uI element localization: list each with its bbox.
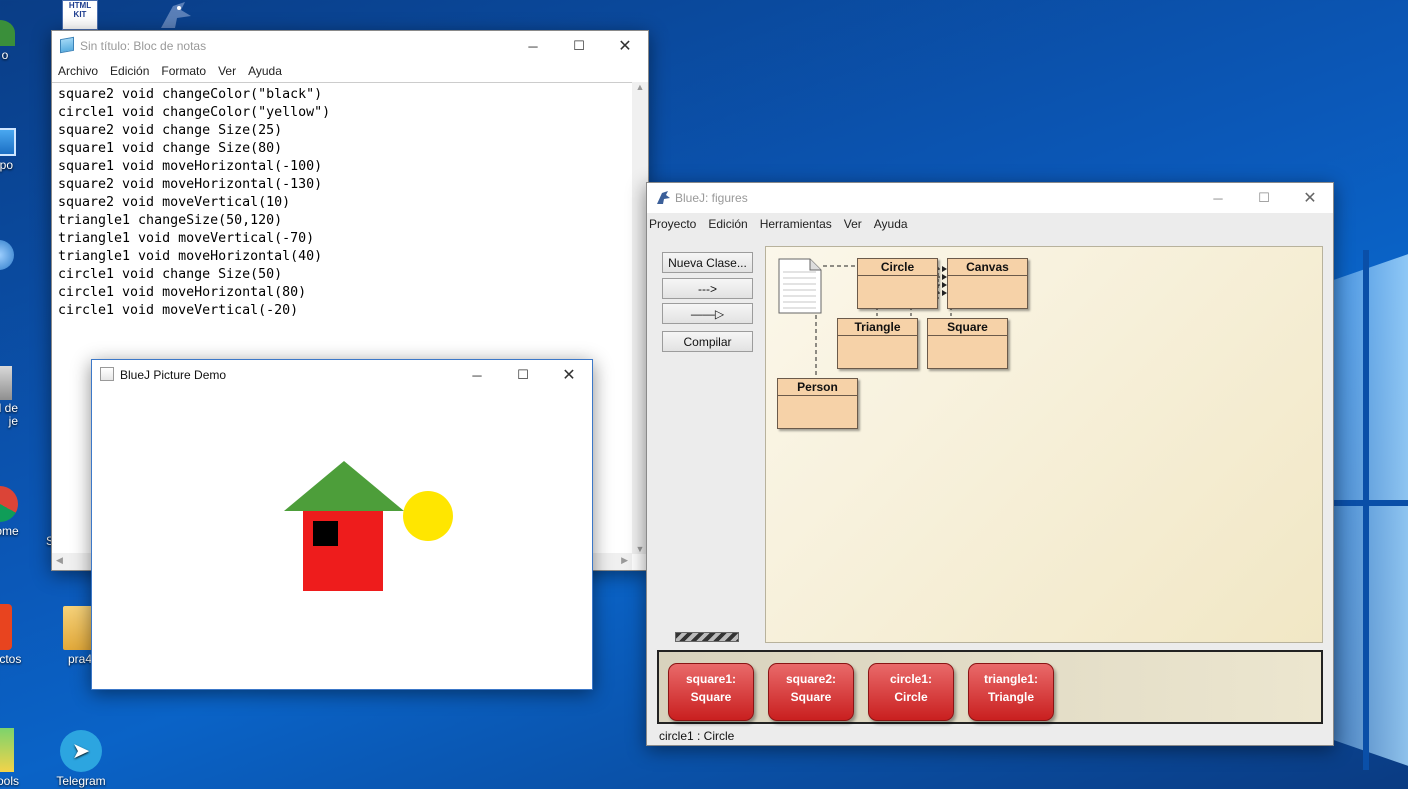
text-line: square1 void moveHorizontal(-100) — [58, 159, 323, 174]
desktop-icon-user[interactable]: o — [0, 20, 40, 62]
picture-demo-titlebar[interactable]: BlueJ Picture Demo ─ ☐ ✕ — [92, 360, 592, 390]
status-bar: circle1 : Circle — [659, 729, 735, 743]
maximize-button[interactable]: ☐ — [556, 31, 602, 61]
picture-canvas — [92, 390, 592, 689]
text-line: circle1 void moveHorizontal(80) — [58, 285, 307, 300]
text-line: circle1 void moveVertical(-20) — [58, 303, 299, 318]
object-square1[interactable]: square1: Square — [668, 663, 754, 721]
document-icon — [778, 258, 822, 314]
bluej-menubar: Proyecto Edición Herramientas Ver Ayuda — [647, 214, 1333, 234]
text-line: circle1 void change Size(50) — [58, 267, 283, 282]
sun — [403, 491, 453, 541]
machine-progress-indicator — [675, 632, 739, 642]
object-circle1[interactable]: circle1: Circle — [868, 663, 954, 721]
recycle-bin-icon — [0, 366, 12, 400]
desktop-icon-recycle[interactable]: l de je — [0, 366, 40, 428]
text-line: square2 void moveHorizontal(-130) — [58, 177, 323, 192]
menu-edicion[interactable]: Edición — [708, 214, 747, 231]
object-triangle1[interactable]: triangle1: Triangle — [968, 663, 1054, 721]
house-roof — [284, 461, 404, 511]
user-icon — [0, 20, 15, 46]
close-button[interactable]: ✕ — [1287, 183, 1333, 213]
picture-demo-title: BlueJ Picture Demo — [120, 368, 227, 382]
maximize-button[interactable]: ☐ — [500, 360, 546, 390]
object-bench[interactable]: square1: Square square2: Square circle1: Ci… — [657, 650, 1323, 724]
desktop-icon-network[interactable] — [0, 240, 40, 272]
text-line: triangle1 changeSize(50,120) — [58, 213, 283, 228]
desktop-icon-equipo[interactable]: ipo — [0, 128, 40, 172]
dependency-arrow-button[interactable]: ---> — [662, 278, 753, 299]
computer-icon — [0, 128, 16, 156]
class-triangle[interactable]: Triangle — [837, 318, 918, 369]
menu-edicion[interactable]: Edición — [110, 61, 149, 78]
bluej-titlebar[interactable]: BlueJ: figures ─ ☐ ✕ — [647, 183, 1333, 213]
scroll-right-icon[interactable]: ▶ — [621, 555, 628, 566]
house-window — [313, 521, 338, 546]
class-canvas[interactable]: Canvas — [947, 258, 1028, 309]
network-icon — [0, 240, 14, 270]
menu-ayuda[interactable]: Ayuda — [248, 61, 282, 78]
picture-demo-window[interactable]: BlueJ Picture Demo ─ ☐ ✕ — [91, 359, 593, 690]
class-person[interactable]: Person — [777, 378, 858, 429]
text-line: square2 void changeColor("black") — [58, 87, 323, 102]
close-button[interactable]: ✕ — [602, 31, 648, 61]
text-line: triangle1 void moveHorizontal(40) — [58, 249, 323, 264]
desktop-icon-telegram[interactable]: ➤ Telegram — [46, 730, 116, 788]
close-button[interactable]: ✕ — [546, 360, 592, 390]
notepad-titlebar[interactable]: Sin título: Bloc de notas ─ ☐ ✕ — [52, 31, 648, 61]
bluej-bird-icon[interactable] — [155, 0, 195, 30]
desktop-icon-directos[interactable]: rectos — [0, 604, 40, 666]
java-cup-icon — [100, 367, 114, 381]
minimize-button[interactable]: ─ — [454, 360, 500, 390]
htmlkit-icon[interactable]: HTML KIT — [62, 0, 98, 30]
minimize-button[interactable]: ─ — [1195, 183, 1241, 213]
class-square[interactable]: Square — [927, 318, 1008, 369]
text-line: triangle1 void moveVertical(-70) — [58, 231, 315, 246]
maximize-button[interactable]: ☐ — [1241, 183, 1287, 213]
text-line: square2 void change Size(25) — [58, 123, 283, 138]
menu-formato[interactable]: Formato — [161, 61, 206, 78]
bluej-title: BlueJ: figures — [675, 191, 748, 205]
bluej-bird-icon — [655, 190, 671, 206]
class-diagram-arrows — [815, 265, 952, 377]
notepad-menubar: Archivo Edición Formato Ver Ayuda — [52, 61, 648, 81]
new-class-button[interactable]: Nueva Clase... — [662, 252, 753, 273]
menu-proyecto[interactable]: Proyecto — [649, 214, 696, 231]
desktop-icon-tools[interactable]: Tools — [0, 728, 40, 788]
minimize-button[interactable]: ─ — [510, 31, 556, 61]
text-line: circle1 void changeColor("yellow") — [58, 105, 331, 120]
menu-archivo[interactable]: Archivo — [58, 61, 98, 78]
bird-icon — [161, 2, 191, 28]
text-line: square2 void moveVertical(10) — [58, 195, 291, 210]
tools-icon — [0, 728, 14, 772]
notepad-icon — [60, 36, 74, 54]
bluej-window[interactable]: BlueJ: figures ─ ☐ ✕ Proyecto Edición Herr… — [646, 182, 1334, 746]
object-square2[interactable]: square2: Square — [768, 663, 854, 721]
text-line: square1 void change Size(80) — [58, 141, 283, 156]
scroll-left-icon[interactable]: ◀ — [56, 555, 63, 566]
compile-button[interactable]: Compilar — [662, 331, 753, 352]
menu-ayuda[interactable]: Ayuda — [874, 214, 908, 231]
app-shortcut-icon — [0, 604, 12, 650]
readme-document-icon[interactable] — [778, 258, 822, 314]
menu-herramientas[interactable]: Herramientas — [760, 214, 832, 231]
inheritance-arrow-button[interactable]: ——▷ — [662, 303, 753, 324]
desktop-icon-chrome[interactable]: rome — [0, 486, 40, 538]
menu-ver[interactable]: Ver — [844, 214, 862, 231]
class-diagram-panel[interactable]: Circle Canvas Triangle Square Person — [765, 246, 1323, 643]
notepad-title: Sin título: Bloc de notas — [80, 39, 207, 53]
telegram-icon: ➤ — [60, 730, 102, 772]
scroll-up-icon[interactable]: ▲ — [632, 82, 648, 92]
class-circle[interactable]: Circle — [857, 258, 938, 309]
menu-ver[interactable]: Ver — [218, 61, 236, 78]
chrome-icon — [0, 486, 18, 522]
